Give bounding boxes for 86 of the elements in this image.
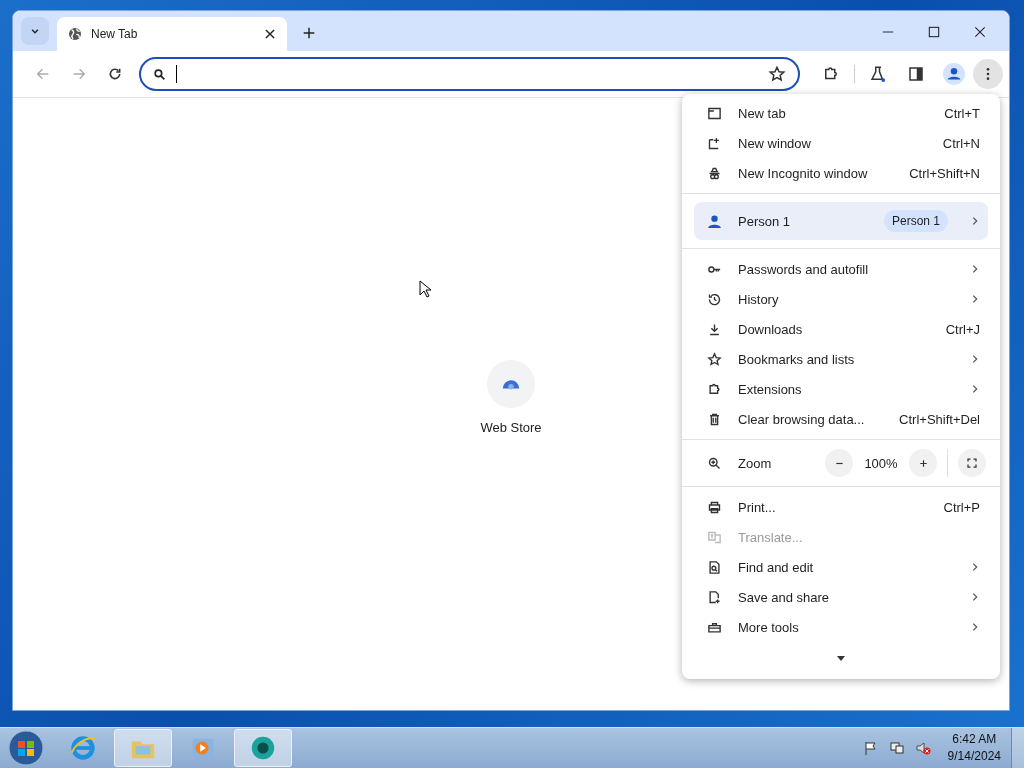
chevron-right-icon: [970, 622, 980, 632]
menu-item-label: Find and edit: [738, 559, 815, 575]
menu-item[interactable]: More tools: [682, 612, 1000, 642]
menu-item-label: Translate...: [738, 529, 804, 545]
menu-item-label: Passwords and autofill: [738, 261, 870, 277]
menu-item-label: Extensions: [738, 381, 803, 397]
chevron-right-icon: [970, 354, 980, 364]
clock-time: 6:42 AM: [952, 731, 997, 748]
mouse-pointer-icon: [419, 280, 431, 298]
menu-item[interactable]: Save and share: [682, 582, 1000, 612]
fullscreen-icon: [966, 457, 978, 469]
menu-item-label: New window: [738, 135, 812, 151]
profile-name: Person 1: [738, 213, 792, 229]
profile-avatar-icon[interactable]: [943, 63, 965, 85]
fullscreen-button[interactable]: [958, 449, 986, 477]
menu-item[interactable]: New Incognito window Ctrl+Shift+N: [682, 158, 1000, 188]
maximize-icon[interactable]: [927, 25, 941, 39]
new-tab-icon[interactable]: [301, 25, 317, 41]
page-share-icon: [706, 589, 723, 605]
history-icon: [706, 291, 723, 307]
flask-icon[interactable]: [869, 65, 887, 83]
keyboard-shortcut: Ctrl+P: [943, 499, 980, 515]
star-icon: [706, 351, 723, 367]
printer-icon: [706, 499, 723, 515]
tab-icon: [706, 105, 723, 121]
star-icon[interactable]: [768, 65, 786, 83]
profile-badge: Person 1: [883, 210, 948, 232]
menu-item[interactable]: Find and edit: [682, 552, 1000, 582]
translate-icon: [706, 529, 723, 545]
menu-item-label: History: [738, 291, 780, 307]
flag-icon[interactable]: [862, 740, 879, 756]
globe-icon: [67, 26, 83, 42]
menu-item[interactable]: History: [682, 284, 1000, 314]
profile-row[interactable]: Person 1 Person 1: [694, 202, 988, 240]
menu-item[interactable]: Print... Ctrl+P: [682, 492, 1000, 522]
address-bar[interactable]: [139, 57, 800, 91]
menu-item[interactable]: New tab Ctrl+T: [682, 98, 1000, 128]
find-page-icon: [706, 559, 723, 575]
chevron-right-icon: [970, 592, 980, 602]
menu-item[interactable]: Downloads Ctrl+J: [682, 314, 1000, 344]
chevron-right-icon: [970, 294, 980, 304]
start-orb-icon[interactable]: [8, 730, 44, 766]
keyboard-shortcut: Ctrl+J: [945, 321, 980, 337]
menu-item-label: Bookmarks and lists: [738, 351, 856, 367]
menu-item-label: More tools: [738, 619, 800, 635]
chevron-right-icon: [970, 216, 980, 226]
network-icon[interactable]: [888, 740, 905, 756]
app-logo-icon: [249, 734, 277, 762]
menu-item-label: Clear browsing data...: [738, 411, 866, 427]
menu-item[interactable]: Extensions: [682, 374, 1000, 404]
e-logo-icon: [69, 734, 97, 762]
shortcut-label[interactable]: Web Store: [480, 420, 542, 435]
chevron-right-icon: [970, 562, 980, 572]
keyboard-shortcut: Ctrl+Shift+N: [909, 165, 980, 181]
clock-date: 9/14/2024: [947, 748, 1001, 765]
zoom-level: 100%: [863, 455, 899, 471]
chevron-right-icon: [970, 384, 980, 394]
menu-item[interactable]: New window Ctrl+N: [682, 128, 1000, 158]
person-icon: [706, 212, 723, 230]
keyboard-shortcut: Ctrl+N: [942, 135, 980, 151]
menu-item[interactable]: Passwords and autofill: [682, 254, 1000, 284]
plus-icon: [917, 457, 929, 469]
text-cursor: [176, 65, 177, 83]
tab-title: New Tab: [91, 27, 139, 41]
zoom-label: Zoom: [738, 455, 773, 471]
close-icon[interactable]: [973, 25, 987, 39]
menu-item-label: Print...: [738, 499, 777, 515]
menu-item-label: Save and share: [738, 589, 831, 605]
menu-item[interactable]: Bookmarks and lists: [682, 344, 1000, 374]
muted-speaker-icon[interactable]: [914, 740, 931, 756]
scroll-down-icon[interactable]: [837, 656, 845, 661]
keyboard-shortcut: Ctrl+Shift+Del: [899, 411, 980, 427]
side-panel-icon[interactable]: [907, 65, 925, 83]
menu-item-label: New tab: [738, 105, 787, 121]
close-tab-icon[interactable]: [263, 27, 277, 41]
menu-item-label: New Incognito window: [738, 165, 869, 181]
web-store-icon[interactable]: [487, 360, 535, 408]
menu-item[interactable]: Clear browsing data... Ctrl+Shift+Del: [682, 404, 1000, 434]
chevron-right-icon: [970, 264, 980, 274]
menu-item-label: Downloads: [738, 321, 804, 337]
keyboard-shortcut: Ctrl+T: [944, 105, 980, 121]
browser-tab[interactable]: New Tab: [57, 17, 287, 51]
reload-icon[interactable]: [107, 66, 123, 82]
search-icon: [153, 67, 166, 81]
puzzle-icon: [706, 381, 723, 397]
taskbar-app[interactable]: [234, 729, 292, 767]
